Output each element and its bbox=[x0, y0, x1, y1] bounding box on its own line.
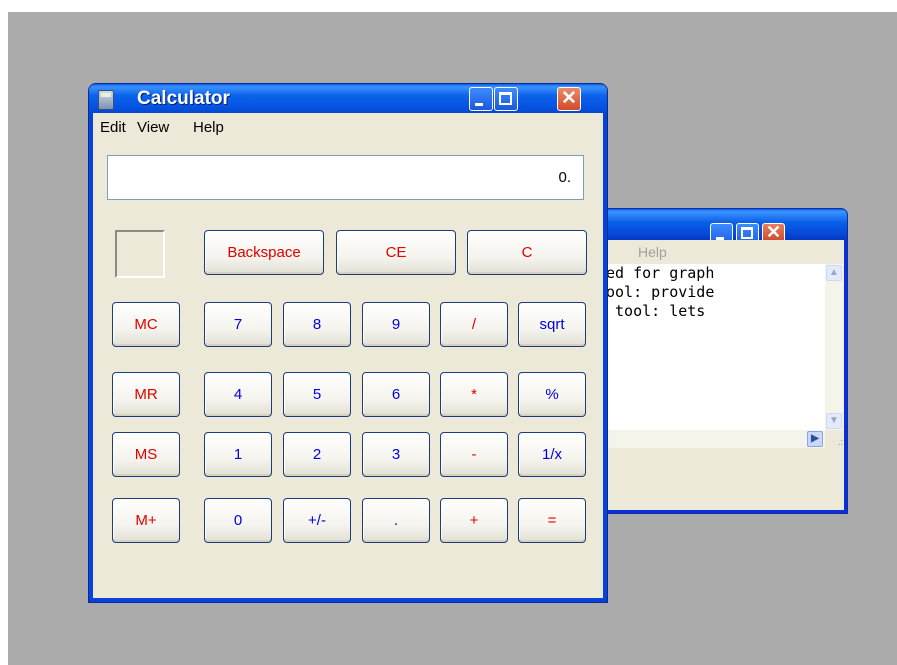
button-label: 1/x bbox=[541, 446, 562, 463]
digit-7-button[interactable]: 7 bbox=[204, 302, 272, 347]
button-label: CE bbox=[385, 244, 407, 261]
digit-0-button[interactable]: 0 bbox=[204, 498, 272, 543]
notepad-window[interactable]: ✕ Help ed for graph ool: provide tool: le… bbox=[596, 208, 848, 514]
digit-8-button[interactable]: 8 bbox=[283, 302, 351, 347]
button-label: MC bbox=[134, 316, 158, 333]
memory-recall-button[interactable]: MR bbox=[112, 372, 180, 417]
button-label: 2 bbox=[312, 446, 322, 463]
button-label: / bbox=[471, 316, 477, 333]
menu-edit[interactable]: Edit bbox=[100, 119, 126, 136]
button-label: MR bbox=[134, 386, 158, 403]
button-label: 5 bbox=[312, 386, 322, 403]
calculator-titlebar[interactable]: Calculator ✕ bbox=[89, 84, 607, 113]
text-line: tool: lets bbox=[606, 302, 706, 320]
calculator-window[interactable]: Calculator ✕ Edit View Help 0. Backspace… bbox=[88, 83, 608, 603]
reciprocal-button[interactable]: 1/x bbox=[518, 432, 586, 477]
minimize-icon bbox=[475, 103, 483, 106]
digit-4-button[interactable]: 4 bbox=[204, 372, 272, 417]
memory-clear-button[interactable]: MC bbox=[112, 302, 180, 347]
maximize-icon bbox=[741, 227, 753, 239]
calculator-body: Edit View Help 0. Backspace CE C MC MR M… bbox=[93, 113, 603, 598]
text-line: ool: provide bbox=[606, 283, 715, 301]
memory-add-button[interactable]: M+ bbox=[112, 498, 180, 543]
menubar: Edit View Help bbox=[93, 113, 603, 140]
memory-indicator bbox=[115, 230, 165, 278]
maximize-button[interactable] bbox=[494, 87, 518, 111]
decimal-button[interactable]: . bbox=[362, 498, 430, 543]
notepad-titlebar[interactable]: ✕ bbox=[597, 209, 847, 245]
window-title: Calculator bbox=[137, 88, 230, 109]
sqrt-button[interactable]: sqrt bbox=[518, 302, 586, 347]
button-label: sqrt bbox=[539, 316, 565, 333]
button-label: 7 bbox=[233, 316, 243, 333]
button-label: 0 bbox=[233, 512, 243, 529]
scroll-right-icon[interactable]: ▶ bbox=[807, 431, 823, 447]
button-label: 6 bbox=[391, 386, 401, 403]
button-label: % bbox=[545, 386, 559, 403]
clear-button[interactable]: C bbox=[467, 230, 587, 275]
digit-6-button[interactable]: 6 bbox=[362, 372, 430, 417]
close-icon: ✕ bbox=[561, 88, 577, 109]
button-label: +/- bbox=[308, 512, 326, 529]
text-line: ed for graph bbox=[606, 264, 715, 282]
notepad-menu-help[interactable]: Help bbox=[638, 244, 667, 260]
backspace-button[interactable]: Backspace bbox=[204, 230, 324, 275]
button-label: 3 bbox=[391, 446, 401, 463]
memory-store-button[interactable]: MS bbox=[112, 432, 180, 477]
digit-5-button[interactable]: 5 bbox=[283, 372, 351, 417]
notepad-client: ed for graph ool: provide tool: lets ▲ ▼ … bbox=[600, 264, 844, 510]
button-label: . bbox=[393, 512, 399, 529]
button-label: M+ bbox=[135, 512, 157, 529]
notepad-horizontal-scrollbar[interactable]: ▶ bbox=[600, 430, 825, 448]
digit-2-button[interactable]: 2 bbox=[283, 432, 351, 477]
notepad-menubar: Help bbox=[600, 240, 844, 264]
scroll-up-icon[interactable]: ▲ bbox=[826, 265, 842, 281]
button-label: - bbox=[471, 446, 477, 463]
subtract-button[interactable]: - bbox=[440, 432, 508, 477]
percent-button[interactable]: % bbox=[518, 372, 586, 417]
menu-help[interactable]: Help bbox=[193, 119, 224, 136]
button-label: 8 bbox=[312, 316, 322, 333]
button-label: = bbox=[547, 512, 557, 529]
equals-button[interactable]: = bbox=[518, 498, 586, 543]
multiply-button[interactable]: * bbox=[440, 372, 508, 417]
calculator-app-icon[interactable] bbox=[98, 90, 114, 110]
button-label: 1 bbox=[233, 446, 243, 463]
scroll-down-icon[interactable]: ▼ bbox=[826, 413, 842, 429]
button-label: 4 bbox=[233, 386, 243, 403]
button-label: + bbox=[469, 512, 479, 529]
minimize-button[interactable] bbox=[469, 87, 493, 111]
digit-1-button[interactable]: 1 bbox=[204, 432, 272, 477]
clear-entry-button[interactable]: CE bbox=[336, 230, 456, 275]
maximize-icon bbox=[499, 92, 512, 105]
add-button[interactable]: + bbox=[440, 498, 508, 543]
plus-minus-button[interactable]: +/- bbox=[283, 498, 351, 543]
notepad-text-area[interactable]: ed for graph ool: provide tool: lets bbox=[600, 264, 825, 430]
digit-9-button[interactable]: 9 bbox=[362, 302, 430, 347]
calculator-display[interactable]: 0. bbox=[107, 155, 584, 200]
divide-button[interactable]: / bbox=[440, 302, 508, 347]
button-label: C bbox=[521, 244, 533, 261]
notepad-vertical-scrollbar[interactable]: ▲ ▼ bbox=[825, 264, 843, 430]
close-button[interactable]: ✕ bbox=[557, 87, 581, 111]
menu-view[interactable]: View bbox=[137, 119, 169, 136]
digit-3-button[interactable]: 3 bbox=[362, 432, 430, 477]
button-label: 9 bbox=[391, 316, 401, 333]
button-label: Backspace bbox=[227, 244, 301, 261]
resize-grip-icon[interactable]: .: bbox=[825, 430, 843, 448]
button-label: MS bbox=[134, 446, 158, 463]
button-label: * bbox=[471, 386, 477, 403]
